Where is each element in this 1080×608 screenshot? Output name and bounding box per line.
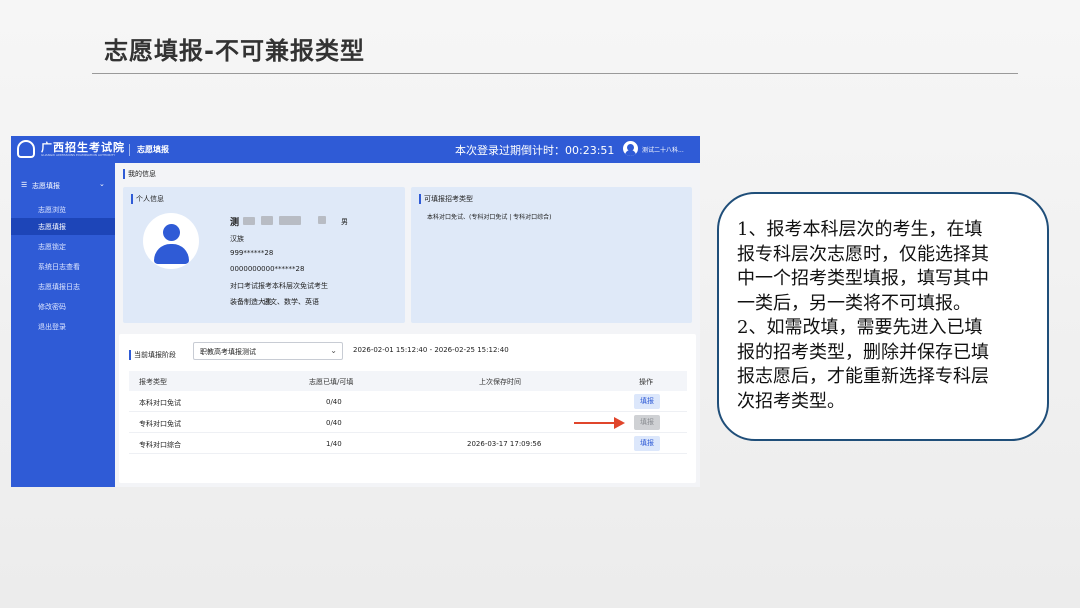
sidebar-item-fill-log[interactable]: 志愿填报日志 — [11, 278, 115, 295]
row-type: 专科对口综合 — [139, 441, 181, 449]
avatar-body — [154, 244, 189, 264]
chevron-down-icon: ⌄ — [99, 180, 105, 188]
sidebar: ☰ 志愿填报 ⌄ 志愿浏览 志愿填报 志愿锁定 系统日志查看 志愿填报日志 修改… — [11, 163, 115, 487]
user-avatar-icon[interactable] — [623, 141, 638, 156]
table-row: 本科对口免试 0/40 填报 — [129, 391, 687, 412]
row-saved-time: 2026-03-17 17:09:56 — [467, 440, 542, 448]
column-header: 报考类型 — [139, 378, 167, 386]
column-header: 上次保存时间 — [479, 378, 521, 386]
column-header: 志愿已填/可填 — [309, 378, 354, 386]
note-line: 次招考类型。 — [737, 390, 845, 412]
student-name: 测 — [230, 218, 240, 228]
table-header: 报考类型 志愿已填/可填 上次保存时间 操作 — [129, 371, 687, 391]
divider — [129, 144, 130, 156]
exam-subjects: 语文、数学、英语 — [263, 298, 319, 306]
menu-icon: ☰ — [21, 181, 28, 189]
sidebar-item-system-log[interactable]: 系统日志查看 — [11, 258, 115, 275]
redacted-name — [318, 216, 326, 224]
note-line: 报专科层次志愿时，仅能选择其 — [737, 243, 989, 265]
sidebar-item-label: 系统日志查看 — [38, 263, 80, 271]
stage-time-range: 2026-02-01 15:12:40 - 2026-02-25 15:12:4… — [353, 346, 509, 354]
app-screenshot: 广西招生考试院 GUANGXI ADMISSIONS EXAMINATION A… — [11, 136, 700, 487]
fill-table-card: 当前填报阶段 职教高考填报测试 ⌄ 2026-02-01 15:12:40 - … — [119, 334, 696, 483]
top-section-title: 志愿填报 — [137, 145, 169, 154]
note-line: 1、报考本科层次的考生，在填 — [737, 219, 983, 240]
allowed-types-card: 可填报招考类型 本科对口免试、(专科对口免试 | 专科对口综合) — [411, 187, 692, 323]
note-line: 报志愿后，才能重新选择专科层 — [737, 366, 989, 387]
logo-subtitle: GUANGXI ADMISSIONS EXAMINATION AUTHORITY — [41, 153, 116, 157]
section-title-my-info: 我的信息 — [123, 169, 156, 179]
sidebar-group-label: 志愿填报 — [32, 182, 60, 190]
arrow-icon — [574, 422, 618, 424]
session-countdown: 本次登录过期倒计时：00:23:51 — [455, 142, 614, 158]
note-paragraph-1: 1、报考本科层次的考生，在填 报专科层次志愿时，仅能选择其 中一个招考类型填报，填写… — [737, 218, 1037, 316]
sidebar-item-password[interactable]: 修改密码 — [11, 298, 115, 315]
sidebar-item-label: 志愿填报 — [38, 223, 66, 231]
stage-select[interactable]: 职教高考填报测试 ⌄ — [193, 342, 343, 360]
student-ethnicity: 汉族 — [230, 235, 244, 243]
stage-select-value: 职教高考填报测试 — [200, 348, 256, 356]
redacted-name — [243, 217, 255, 225]
table-row: 专科对口综合 1/40 2026-03-17 17:09:56 填报 — [129, 433, 687, 454]
personal-info-card: 个人信息 测 男 汉族 999******28 0000000000******… — [123, 187, 405, 323]
note-line: 一类后，另一类将不可填报。 — [737, 292, 971, 314]
row-count: 0/40 — [326, 419, 342, 427]
note-line: 中一个招考类型填报，填写其中 — [737, 268, 989, 289]
student-id: 999******28 — [230, 249, 274, 257]
row-count: 1/40 — [326, 440, 342, 448]
countdown-label: 本次登录过期倒计时： — [455, 144, 565, 157]
sidebar-item-label: 志愿浏览 — [38, 206, 66, 214]
row-count: 0/40 — [326, 398, 342, 406]
note-line: 报的招考类型，删除并保存已填 — [737, 341, 989, 363]
callout-note: 1、报考本科层次的考生，在填 报专科层次志愿时，仅能选择其 中一个招考类型填报，填写… — [717, 192, 1049, 441]
redacted-name — [279, 216, 301, 225]
row-type: 专科对口免试 — [139, 420, 181, 428]
row-type: 本科对口免试 — [139, 399, 181, 407]
note-paragraph-2: 2、如需改填，需要先进入已填 报的招考类型，删除并保存已填 报志愿后，才能重新选择专… — [737, 316, 1037, 414]
top-bar: 广西招生考试院 GUANGXI ADMISSIONS EXAMINATION A… — [11, 136, 700, 163]
sidebar-item-lock[interactable]: 志愿锁定 — [11, 238, 115, 255]
arrow-head-icon — [614, 417, 625, 429]
avatar-icon — [143, 213, 199, 269]
student-gender: 男 — [341, 218, 348, 226]
sidebar-item-label: 修改密码 — [38, 303, 66, 311]
main-content: 我的信息 个人信息 测 男 汉族 999******28 0000000000*… — [115, 163, 700, 487]
fill-button[interactable]: 填报 — [634, 394, 660, 409]
sidebar-item-browse[interactable]: 志愿浏览 — [11, 201, 115, 218]
sidebar-item-fill[interactable]: 志愿填报 — [11, 218, 115, 235]
sidebar-item-label: 退出登录 — [38, 323, 66, 331]
fill-button[interactable]: 填报 — [634, 436, 660, 451]
allowed-types-text: 本科对口免试、(专科对口免试 | 专科对口综合) — [427, 214, 552, 221]
chevron-down-icon: ⌄ — [330, 346, 337, 355]
title-divider — [92, 73, 1018, 74]
avatar-head — [163, 224, 180, 241]
exam-category: 对口考试报考本科层次免试考生 — [230, 282, 328, 290]
sidebar-item-logout[interactable]: 退出登录 — [11, 318, 115, 335]
stage-label: 当前填报阶段 — [129, 350, 176, 360]
sidebar-group-volunteer[interactable]: ☰ 志愿填报 ⌄ — [11, 177, 115, 195]
countdown-value: 00:23:51 — [565, 144, 615, 157]
column-header: 操作 — [639, 378, 653, 386]
slide-title: 志愿填报-不可兼报类型 — [104, 37, 365, 65]
card-title: 个人信息 — [131, 194, 164, 204]
sidebar-item-label: 志愿填报日志 — [38, 283, 80, 291]
exam-number: 0000000000******28 — [230, 265, 305, 273]
logo-icon — [17, 140, 35, 158]
redacted-name — [261, 216, 273, 225]
user-name[interactable]: 测试二十八科... — [642, 145, 684, 154]
sidebar-item-label: 志愿锁定 — [38, 243, 66, 251]
card-title: 可填报招考类型 — [419, 194, 473, 204]
note-line: 2、如需改填，需要先进入已填 — [737, 317, 983, 338]
fill-button-disabled[interactable]: 填报 — [634, 415, 660, 430]
